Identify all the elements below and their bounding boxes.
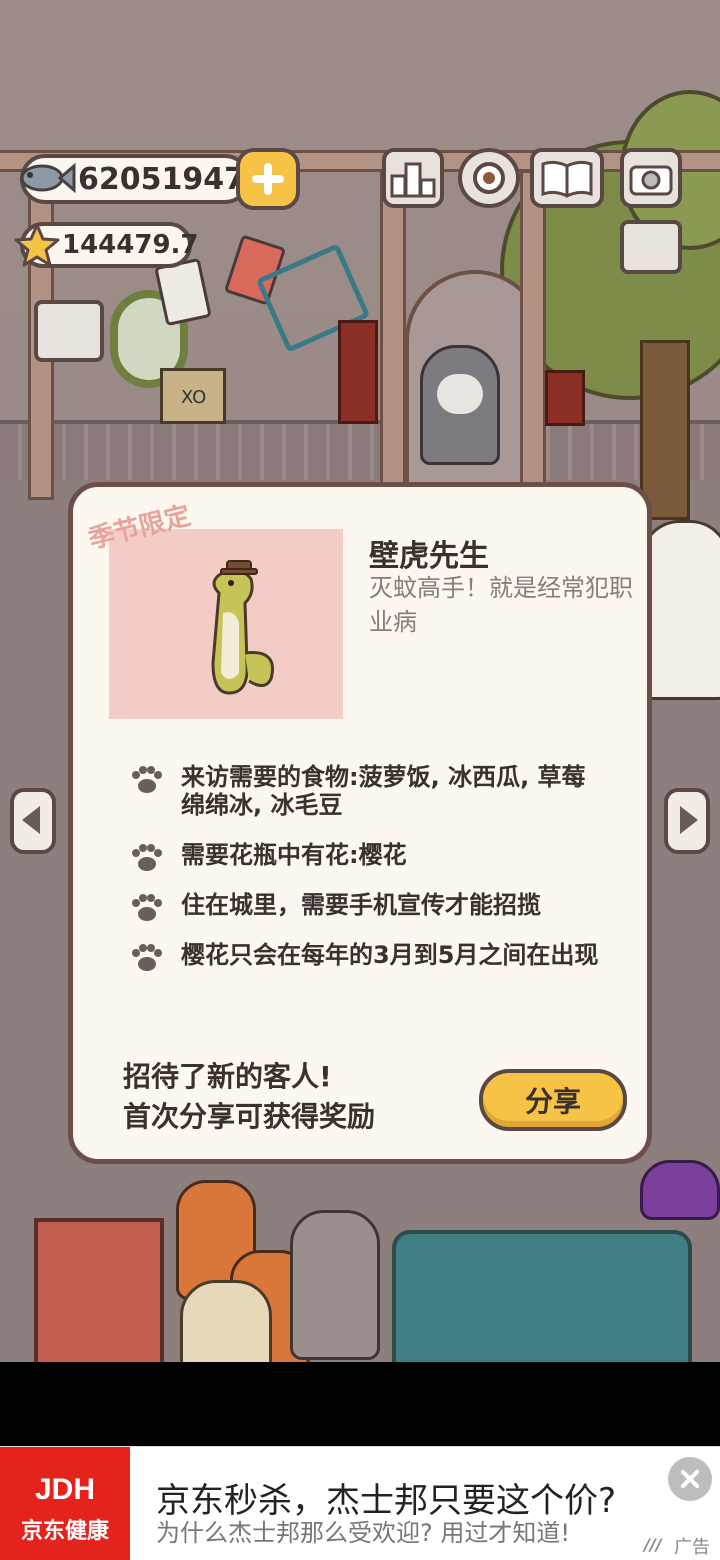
list-item: 需要花瓶中有花:樱花 bbox=[129, 841, 609, 871]
newspaper-button[interactable] bbox=[620, 220, 682, 274]
wooden-post bbox=[520, 170, 546, 500]
dog-face bbox=[437, 374, 483, 414]
next-arrow-button[interactable] bbox=[664, 788, 710, 854]
xo-box: XO bbox=[160, 368, 226, 424]
requirement-text: 来访需要的食物:菠萝饭, 冰西瓜, 草莓绵绵冰, 冰毛豆 bbox=[181, 763, 586, 819]
fence bbox=[0, 420, 720, 480]
character-name: 壁虎先生 bbox=[369, 539, 489, 574]
star-icon bbox=[14, 223, 60, 267]
shelf bbox=[34, 1218, 164, 1362]
jd-health-logo[interactable]: JDH 京东健康 bbox=[0, 1447, 130, 1560]
list-item: 来访需要的食物:菠萝饭, 冰西瓜, 草莓绵绵冰, 冰毛豆 bbox=[129, 763, 609, 819]
prev-arrow-button[interactable] bbox=[10, 788, 56, 854]
ranking-button[interactable] bbox=[382, 148, 444, 208]
dog-visitor[interactable] bbox=[420, 345, 500, 465]
ad-subtitle[interactable]: 为什么杰士邦那么受欢迎? 用过才知道! bbox=[156, 1513, 570, 1548]
ad-brand-top: JDH bbox=[34, 1473, 95, 1506]
fish-currency-display: 62051947 bbox=[20, 154, 250, 204]
share-reward-message: 招待了新的客人! 首次分享可获得奖励 bbox=[123, 1057, 375, 1137]
requirement-text: 住在城里，需要手机宣传才能招揽 bbox=[181, 891, 541, 919]
footer-line-2: 首次分享可获得奖励 bbox=[123, 1100, 376, 1133]
star-currency-display: 144479.7 bbox=[14, 222, 199, 268]
requirement-text: 樱花只会在每年的3月到5月之间在出现 bbox=[181, 941, 599, 969]
xo-box-label: XO bbox=[181, 387, 207, 408]
cat-visitor[interactable] bbox=[640, 520, 720, 700]
shop-button[interactable] bbox=[34, 300, 104, 362]
fish-count: 62051947 bbox=[78, 162, 245, 197]
ad-close-button[interactable] bbox=[668, 1457, 712, 1501]
gecko-character-icon bbox=[211, 560, 274, 695]
paw-icon bbox=[132, 944, 162, 971]
camera-button[interactable] bbox=[620, 148, 682, 208]
wooden-post bbox=[380, 170, 406, 500]
fish-icon bbox=[20, 162, 76, 194]
gear-icon bbox=[473, 162, 505, 194]
tree-trunk bbox=[640, 340, 690, 520]
ad-label: 广告 bbox=[674, 1537, 710, 1558]
tea-table bbox=[392, 1230, 692, 1362]
ad-banner[interactable]: JDH 京东健康 京东秒杀，杰士邦只要这个价? 为什么杰士邦那么受欢迎? 用过才… bbox=[0, 1446, 720, 1560]
raccoon-visitor[interactable] bbox=[290, 1210, 380, 1360]
character-description: 灭蚊高手！就是经常犯职业病 bbox=[369, 574, 633, 636]
ranking-icon bbox=[390, 162, 436, 198]
footer-line-1: 招待了新的客人! bbox=[123, 1060, 332, 1093]
new-guest-dialog: 季节限定 壁虎先生 灭蚊高手！就是经常犯职业病 来访需要的食物:菠萝饭, 冰西瓜… bbox=[68, 482, 652, 1164]
camera-icon bbox=[629, 165, 673, 196]
ad-brand-bottom: 京东健康 bbox=[20, 1519, 109, 1544]
requirements-list: 来访需要的食物:菠萝饭, 冰西瓜, 草莓绵绵冰, 冰毛豆 需要花瓶中有花:樱花 … bbox=[129, 763, 609, 991]
add-fish-button[interactable] bbox=[236, 148, 300, 210]
character-portrait bbox=[109, 529, 343, 719]
catalog-button[interactable] bbox=[530, 148, 604, 208]
book-icon bbox=[541, 160, 593, 198]
pug-visitor[interactable] bbox=[180, 1280, 272, 1362]
list-item: 住在城里，需要手机宣传才能招揽 bbox=[129, 891, 609, 921]
requirement-text: 需要花瓶中有花:樱花 bbox=[181, 841, 407, 869]
paw-icon bbox=[132, 844, 162, 871]
cheshire-cat[interactable] bbox=[640, 1160, 720, 1220]
list-item: 樱花只会在每年的3月到5月之间在出现 bbox=[129, 941, 609, 971]
red-banner bbox=[338, 320, 378, 424]
star-count: 144479.7 bbox=[62, 230, 199, 260]
settings-button[interactable] bbox=[458, 148, 520, 208]
ad-network-icon: /// bbox=[644, 1535, 662, 1554]
share-button[interactable]: 分享 bbox=[479, 1069, 627, 1131]
paw-icon bbox=[132, 894, 162, 921]
red-banner bbox=[545, 370, 585, 426]
paw-icon bbox=[132, 766, 162, 793]
